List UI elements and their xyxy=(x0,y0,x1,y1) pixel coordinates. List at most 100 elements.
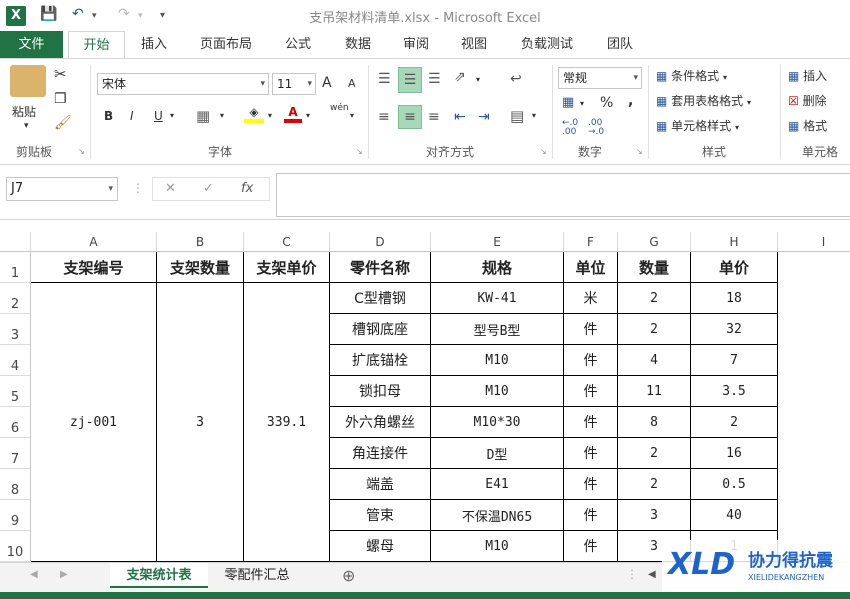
tab-formulas[interactable]: 公式 xyxy=(272,31,324,58)
format-as-table-button[interactable]: ▦ 套用表格格式 ▾ xyxy=(656,92,751,109)
column-header[interactable]: A xyxy=(31,232,157,252)
part-name-cell[interactable]: 端盖 xyxy=(330,469,431,500)
accounting-format-icon[interactable]: ▦ xyxy=(562,95,574,110)
fill-color-icon[interactable]: ◈ xyxy=(244,105,264,123)
sheet-tab-bracket-stats[interactable]: 支架统计表 xyxy=(110,563,208,588)
align-right-icon[interactable]: ≡ xyxy=(428,109,440,125)
formula-input[interactable] xyxy=(276,173,850,217)
scroll-left-icon[interactable]: ◀ xyxy=(648,569,656,580)
row-header[interactable]: 3 xyxy=(0,314,31,345)
spec-cell[interactable]: M10 xyxy=(431,376,564,407)
format-painter-icon[interactable]: 🖌 xyxy=(54,115,72,131)
unit-price-cell[interactable]: 16 xyxy=(691,438,778,469)
row-header[interactable]: 10 xyxy=(0,531,31,562)
font-name-select[interactable]: 宋体 ▾ xyxy=(97,73,269,95)
column-header[interactable]: E xyxy=(431,232,564,252)
spec-cell[interactable]: M10 xyxy=(431,531,564,562)
quantity-cell[interactable]: 11 xyxy=(618,376,691,407)
spec-cell[interactable]: M10*30 xyxy=(431,407,564,438)
phonetic-dropdown-icon[interactable]: ▾ xyxy=(350,111,354,120)
cell-styles-button[interactable]: ▦ 单元格样式 ▾ xyxy=(656,117,739,134)
tab-review[interactable]: 审阅 xyxy=(390,31,442,58)
scroll-left-icon[interactable]: ◀ xyxy=(30,569,38,580)
align-middle-icon[interactable]: ☰ xyxy=(398,67,422,93)
unit-price-cell[interactable]: 0.5 xyxy=(691,469,778,500)
insert-function-button[interactable]: fx xyxy=(241,181,253,196)
name-box[interactable]: J7 ▾ xyxy=(6,177,118,201)
quantity-cell[interactable]: 2 xyxy=(618,314,691,345)
increase-indent-icon[interactable]: ⇥ xyxy=(478,109,490,125)
part-name-cell[interactable]: 外六角螺丝 xyxy=(330,407,431,438)
column-header[interactable]: D xyxy=(330,232,431,252)
header-cell[interactable]: 规格 xyxy=(431,252,564,283)
paste-icon[interactable] xyxy=(10,65,46,97)
shrink-font-button[interactable]: A xyxy=(348,77,356,90)
align-left-icon[interactable]: ≡ xyxy=(378,109,390,125)
align-top-icon[interactable]: ☰ xyxy=(378,71,391,87)
part-name-cell[interactable]: 螺母 xyxy=(330,531,431,562)
font-launcher-icon[interactable]: ↘ xyxy=(356,147,363,156)
insert-cells-button[interactable]: ▦ 插入 xyxy=(788,67,827,84)
align-center-icon[interactable]: ≡ xyxy=(398,105,422,129)
unit-price-cell[interactable]: 7 xyxy=(691,345,778,376)
column-header[interactable]: C xyxy=(244,232,330,252)
underline-dropdown-icon[interactable]: ▾ xyxy=(170,111,174,120)
row-header[interactable]: 2 xyxy=(0,283,31,314)
tab-load-test[interactable]: 负载测试 xyxy=(508,31,586,58)
orientation-icon[interactable]: ⇗ xyxy=(454,69,466,85)
percent-style-button[interactable]: % xyxy=(600,95,613,111)
phonetic-guide-button[interactable]: wén xyxy=(330,103,349,113)
tab-home[interactable]: 开始 xyxy=(68,31,125,58)
tab-team[interactable]: 团队 xyxy=(594,31,646,58)
bold-button[interactable]: B xyxy=(104,109,113,123)
number-launcher-icon[interactable]: ↘ xyxy=(636,147,643,156)
unit-price-cell[interactable]: 32 xyxy=(691,314,778,345)
row-header[interactable]: 5 xyxy=(0,376,31,407)
unit-cell[interactable]: 件 xyxy=(564,438,618,469)
header-cell[interactable]: 零件名称 xyxy=(330,252,431,283)
merge-dropdown-icon[interactable]: ▾ xyxy=(532,111,536,120)
delete-cells-button[interactable]: ☒ 删除 xyxy=(788,92,827,109)
header-cell[interactable]: 单价 xyxy=(691,252,778,283)
unit-price-cell[interactable]: 40 xyxy=(691,500,778,531)
part-name-cell[interactable]: 角连接件 xyxy=(330,438,431,469)
spec-cell[interactable]: 型号B型 xyxy=(431,314,564,345)
wrap-text-icon[interactable]: ↩ xyxy=(510,71,522,87)
paste-dropdown-icon[interactable]: ▾ xyxy=(24,121,29,131)
row-header[interactable]: 7 xyxy=(0,438,31,469)
spec-cell[interactable]: E41 xyxy=(431,469,564,500)
unit-cell[interactable]: 件 xyxy=(564,345,618,376)
row-header[interactable]: 9 xyxy=(0,500,31,531)
unit-cell[interactable]: 件 xyxy=(564,500,618,531)
cut-icon[interactable]: ✂ xyxy=(54,65,67,83)
unit-cell[interactable]: 件 xyxy=(564,531,618,562)
enter-icon[interactable]: ✓ xyxy=(203,181,214,196)
row-header[interactable]: 1 xyxy=(0,252,31,283)
tab-view[interactable]: 视图 xyxy=(448,31,500,58)
row-header[interactable]: 4 xyxy=(0,345,31,376)
column-header[interactable]: F xyxy=(564,232,618,252)
fill-color-dropdown-icon[interactable]: ▾ xyxy=(268,111,272,120)
tab-page-layout[interactable]: 页面布局 xyxy=(188,31,264,58)
number-format-select[interactable]: 常规 ▾ xyxy=(558,67,642,89)
spec-cell[interactable]: KW-41 xyxy=(431,283,564,314)
column-header[interactable]: I xyxy=(778,232,850,252)
increase-decimal-button[interactable]: ←.0 .00 xyxy=(562,119,578,137)
spec-cell[interactable]: 不保温DN65 xyxy=(431,500,564,531)
font-color-icon[interactable]: A xyxy=(284,105,302,123)
paste-button[interactable]: 粘贴 xyxy=(12,103,36,120)
copy-icon[interactable]: ❐ xyxy=(54,91,67,107)
row-header[interactable]: 8 xyxy=(0,469,31,500)
decrease-decimal-button[interactable]: .00 →.0 xyxy=(588,119,604,137)
unit-price-cell[interactable]: 18 xyxy=(691,283,778,314)
tab-data[interactable]: 数据 xyxy=(332,31,384,58)
bracket-id-cell[interactable]: zj-001 xyxy=(31,283,157,562)
borders-icon[interactable]: ▦ xyxy=(196,107,210,125)
cancel-icon[interactable]: ✕ xyxy=(165,181,176,196)
tab-file[interactable]: 文件 xyxy=(0,31,63,58)
quantity-cell[interactable]: 8 xyxy=(618,407,691,438)
sheet-tab-parts-summary[interactable]: 零配件汇总 xyxy=(210,563,304,588)
header-cell[interactable]: 支架编号 xyxy=(31,252,157,283)
format-cells-button[interactable]: ▦ 格式 xyxy=(788,117,827,134)
resize-handle-icon[interactable]: ⋮ xyxy=(132,181,144,195)
